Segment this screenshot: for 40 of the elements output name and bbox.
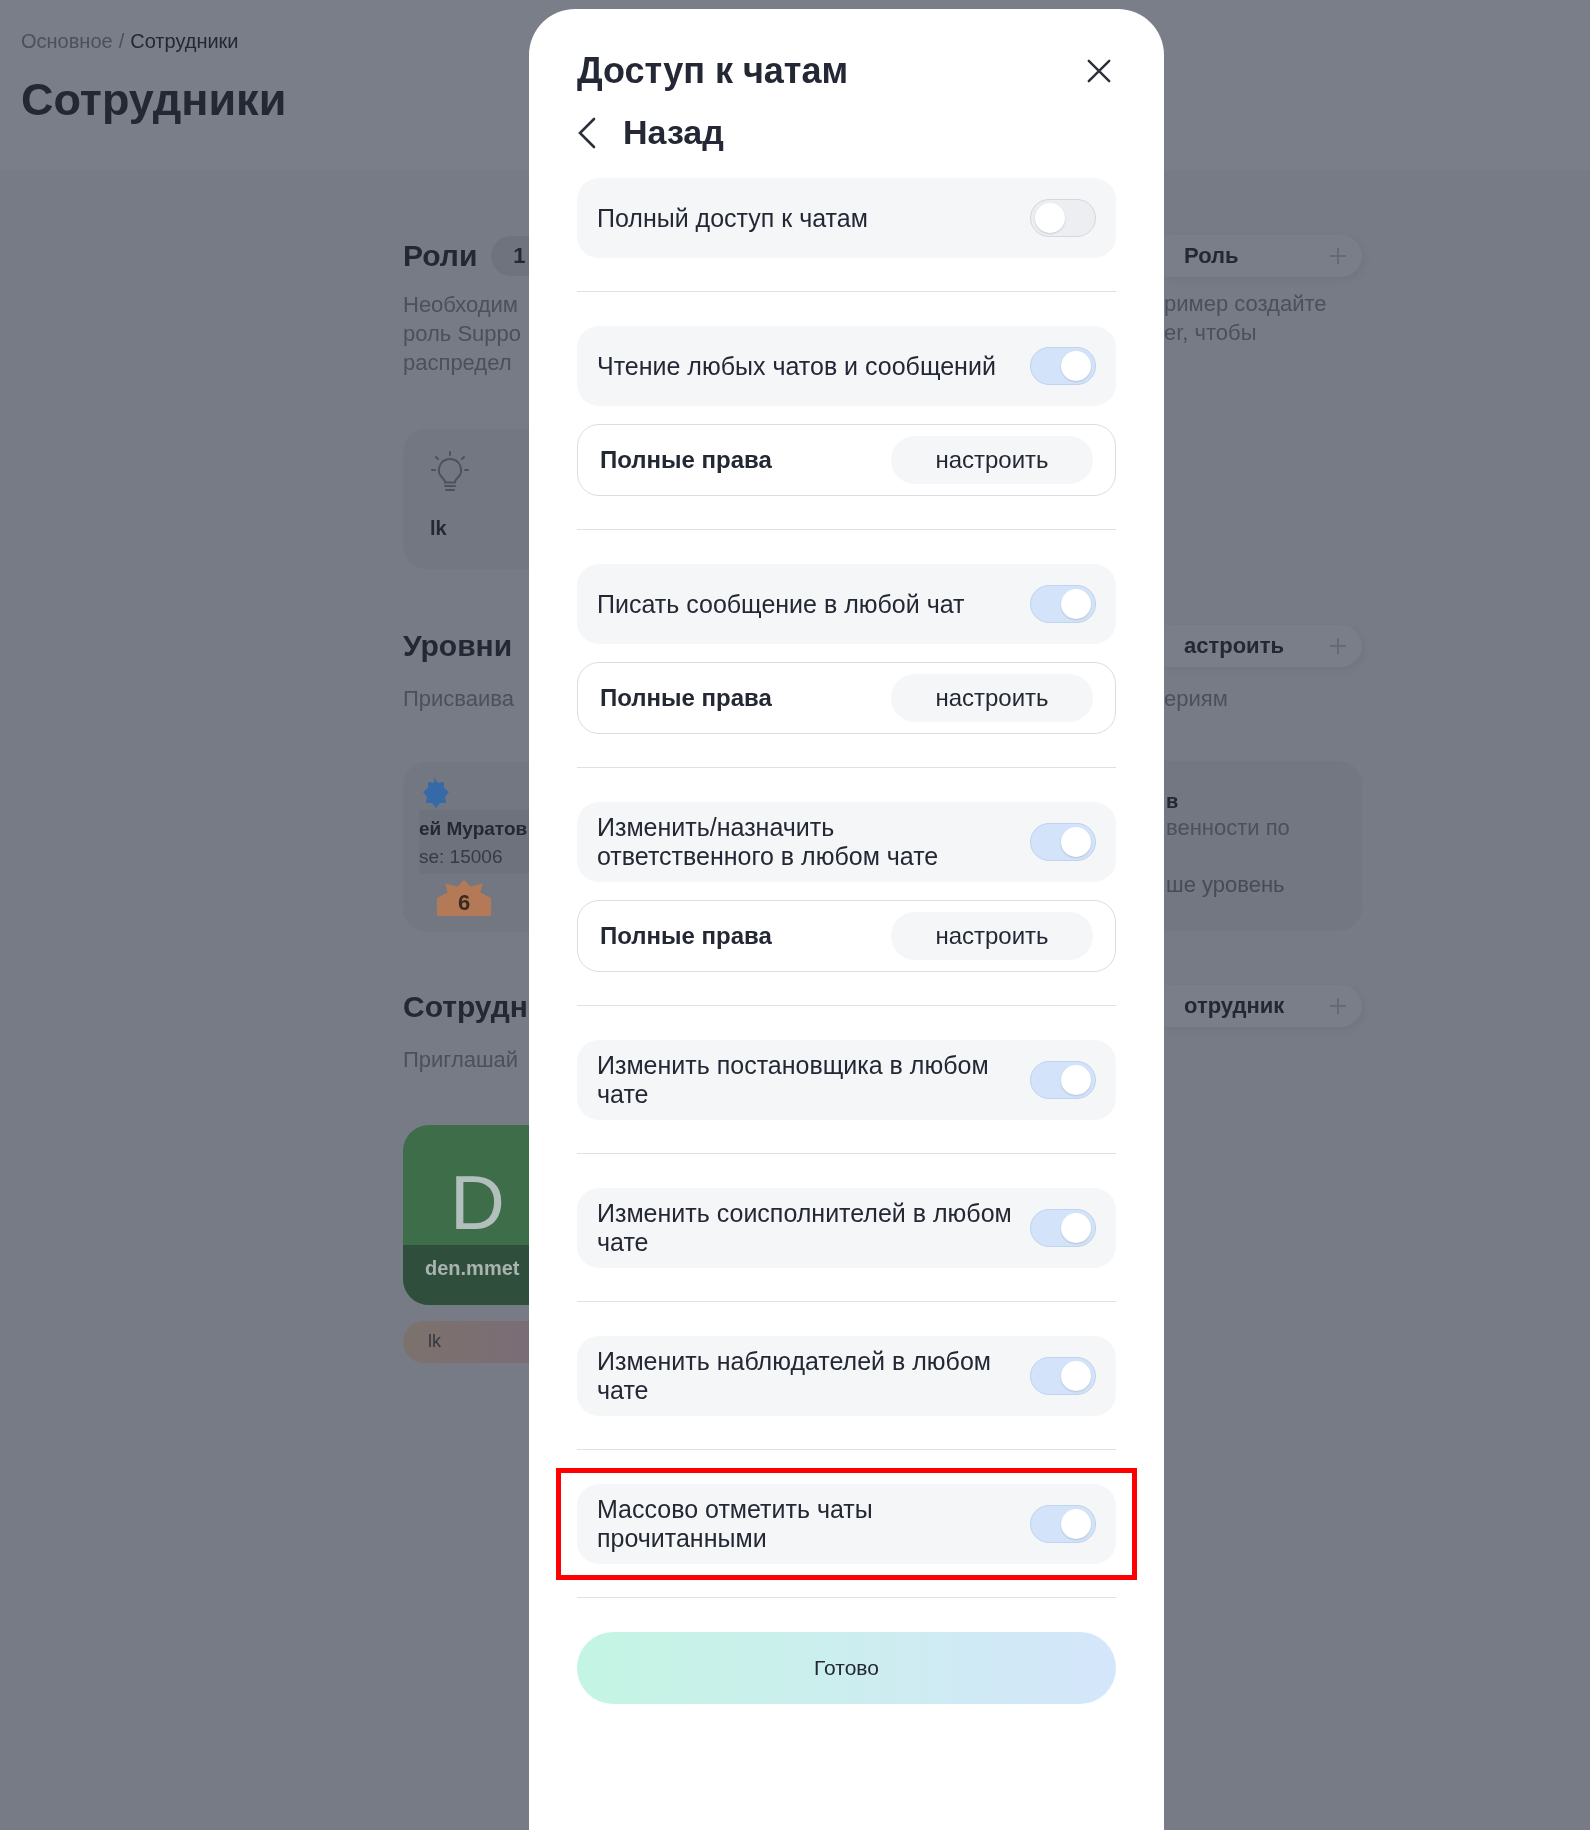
toggle-switch[interactable] <box>1030 199 1096 237</box>
permission-label: Полные права <box>600 446 772 474</box>
toggle-switch[interactable] <box>1030 347 1096 385</box>
section-title: Роли <box>403 238 478 274</box>
toggle-switch[interactable] <box>1030 585 1096 623</box>
level-badge: 6 <box>437 880 491 916</box>
section-title: Сотрудн <box>403 989 529 1025</box>
toggle-switch[interactable] <box>1030 823 1096 861</box>
permission-label: Полные права <box>600 922 772 950</box>
configure-button[interactable]: настроить <box>891 674 1093 722</box>
done-button[interactable]: Готово <box>577 1632 1116 1704</box>
breadcrumb-separator: / <box>118 30 125 53</box>
setting-label: Писать сообщение в любой чат <box>597 589 965 619</box>
role-name: lk <box>430 517 448 540</box>
configure-button[interactable]: настроить <box>891 436 1093 484</box>
add-employee-button[interactable]: отрудник <box>1164 985 1362 1027</box>
employee-name: ей Муратов <box>419 818 529 840</box>
toggle-switch[interactable] <box>1030 1209 1096 1247</box>
toggle-switch[interactable] <box>1030 1505 1096 1543</box>
close-icon[interactable] <box>1086 58 1112 84</box>
breadcrumb-current: Сотрудники <box>130 30 239 53</box>
hint-title: в <box>1166 789 1180 813</box>
toggle-switch[interactable] <box>1030 1061 1096 1099</box>
page-title: Сотрудники <box>21 77 288 122</box>
add-role-button[interactable]: Роль <box>1164 235 1362 277</box>
section-title: Уровни <box>403 628 514 664</box>
chevron-left-icon <box>577 116 597 149</box>
back-button[interactable]: Назад <box>577 113 724 152</box>
setting-label: Чтение любых чатов и сообщений <box>597 351 996 381</box>
setting-label: Изменить/назначить ответственного в любом чате <box>597 813 940 871</box>
toggle-switch[interactable] <box>1030 1357 1096 1395</box>
setting-label: Массово отметить чаты прочитанными <box>597 1495 874 1553</box>
configure-levels-button[interactable]: астроить <box>1164 625 1362 667</box>
employee-score: se: 15006 <box>419 846 504 868</box>
permission-label: Полные права <box>600 684 772 712</box>
avatar-initials: D <box>450 1165 505 1241</box>
configure-button[interactable]: настроить <box>891 912 1093 960</box>
modal-title: Доступ к чатам <box>577 49 849 93</box>
setting-label: Полный доступ к чатам <box>597 203 868 233</box>
setting-label: Изменить постановщика в любом чате <box>597 1051 990 1109</box>
